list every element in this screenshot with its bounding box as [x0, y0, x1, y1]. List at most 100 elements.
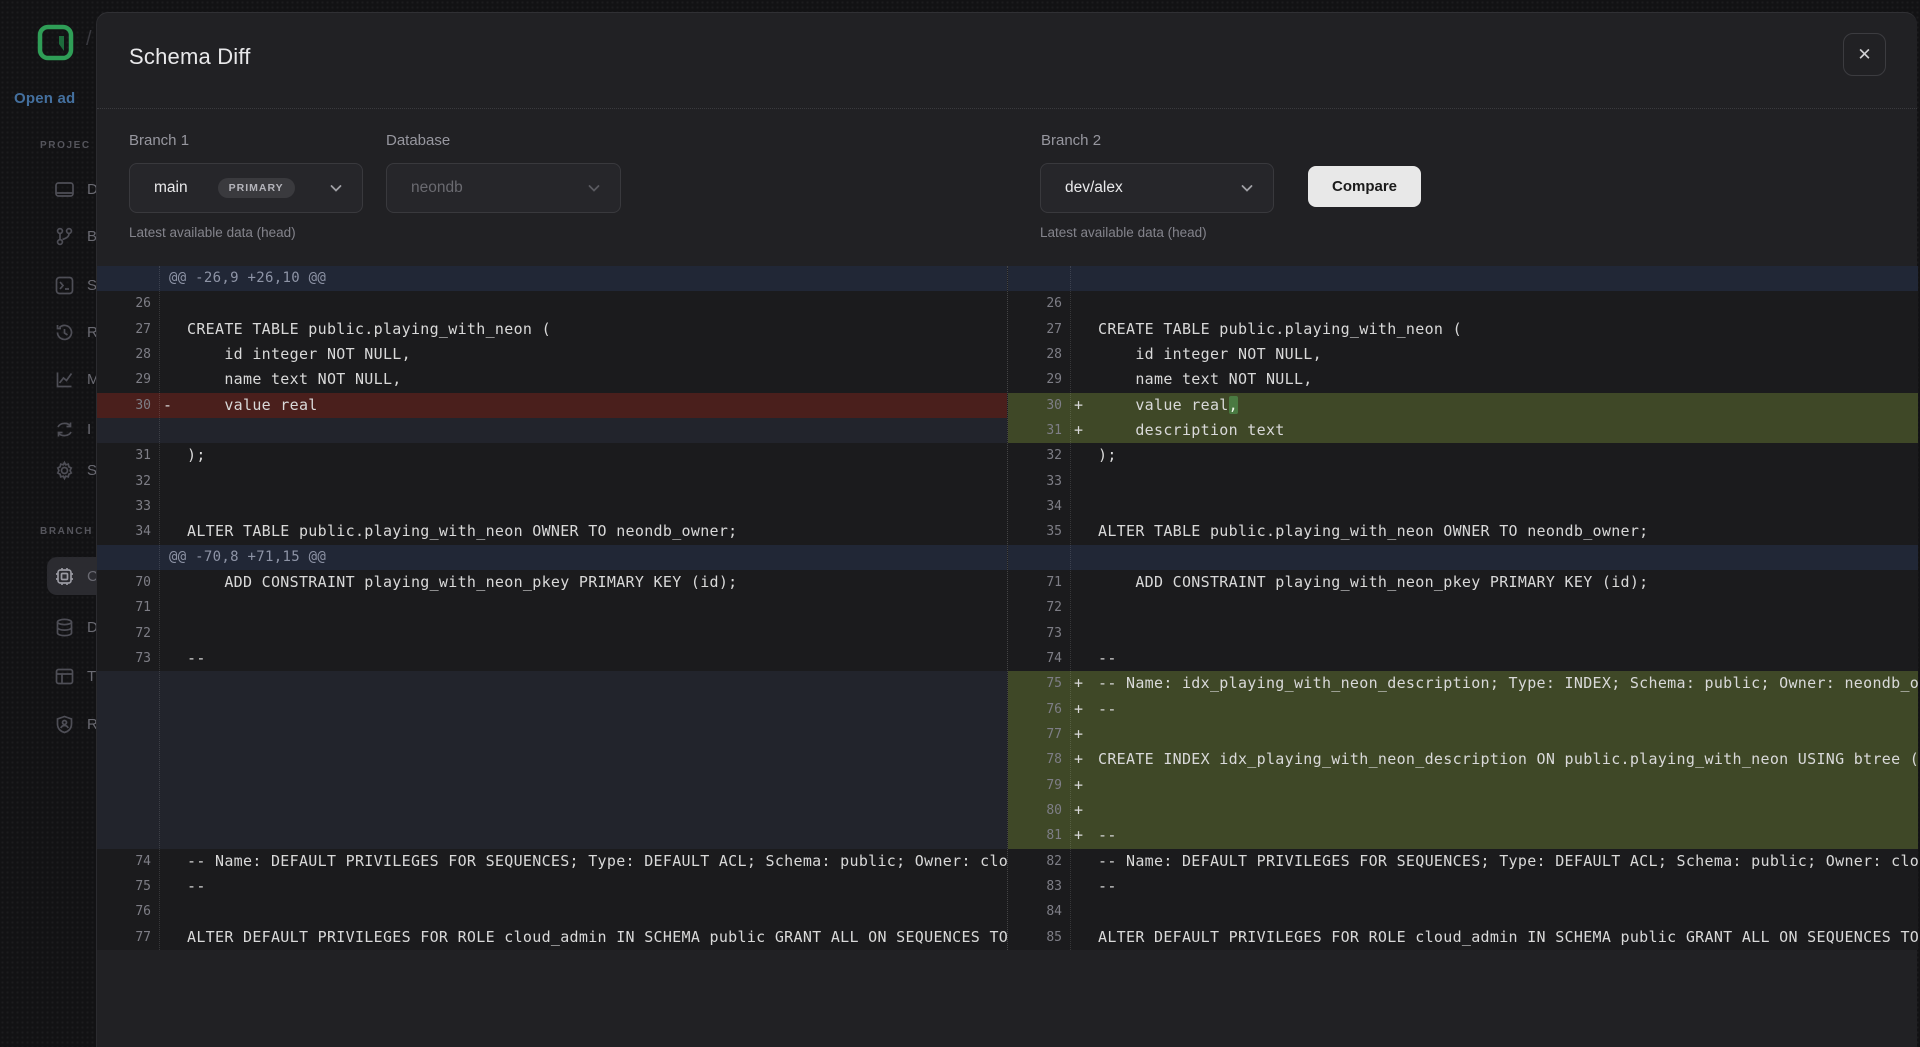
line-number: 33 [97, 494, 151, 519]
code-text: ADD CONSTRAINT playing_with_neon_pkey PR… [1098, 570, 1918, 595]
diff-row-ctx: 32); [1008, 443, 1918, 468]
settings-icon [54, 460, 75, 481]
diff-panel-branch1[interactable]: @@ -26,9 +26,10 @@ 2627CREATE TABLE publi… [97, 266, 1008, 950]
line-number: 26 [97, 291, 151, 316]
database-select[interactable]: neondb [386, 163, 621, 213]
open-admin-link[interactable]: Open ad [14, 90, 75, 107]
diff-row-ctx: 26 [1008, 291, 1918, 316]
diff-row-ctx: 27CREATE TABLE public.playing_with_neon … [1008, 317, 1918, 342]
diff-row-filler [97, 722, 1007, 747]
code-text: CREATE TABLE public.playing_with_neon ( [1098, 317, 1918, 342]
branch1-select[interactable]: main PRIMARY [129, 163, 363, 213]
diff-row-ctx: 82-- Name: DEFAULT PRIVILEGES FOR SEQUEN… [1008, 849, 1918, 874]
diff-row-filler [97, 671, 1007, 696]
line-number: 28 [1008, 342, 1062, 367]
line-number: 28 [97, 342, 151, 367]
line-number: 32 [1008, 443, 1062, 468]
diff-row-ctx: 77ALTER DEFAULT PRIVILEGES FOR ROLE clou… [97, 925, 1007, 950]
integrations-icon [54, 419, 75, 440]
diff-row-ctx: 33 [1008, 469, 1918, 494]
diff-row-add: 77+ [1008, 722, 1918, 747]
diff-marker: + [1074, 798, 1083, 823]
diff-marker: + [1074, 722, 1083, 747]
diff-row-ctx: 74-- Name: DEFAULT PRIVILEGES FOR SEQUEN… [97, 849, 1007, 874]
line-number: 72 [1008, 595, 1062, 620]
branch2-select[interactable]: dev/alex [1040, 163, 1274, 213]
line-number: 29 [1008, 367, 1062, 392]
code-text: -- [187, 874, 1007, 899]
database-value: neondb [411, 179, 463, 197]
modal-title: Schema Diff [129, 44, 251, 70]
diff-row-filler [97, 773, 1007, 798]
diff-row-ctx: 33 [97, 494, 1007, 519]
breadcrumb-separator: / [86, 28, 92, 51]
line-number: 76 [1008, 697, 1062, 722]
compare-button[interactable]: Compare [1308, 166, 1421, 207]
line-number: 75 [97, 874, 151, 899]
diff-row-ctx: 75 -- [97, 874, 1007, 899]
code-text: ALTER DEFAULT PRIVILEGES FOR ROLE cloud_… [187, 925, 1007, 950]
hunk-header-text: @@ -70,8 +71,15 @@ [169, 545, 326, 570]
code-text: -- [1098, 874, 1918, 899]
line-number: 26 [1008, 291, 1062, 316]
line-number: 85 [1008, 925, 1062, 950]
neon-logo-icon[interactable] [37, 24, 74, 61]
code-text: CREATE TABLE public.playing_with_neon ( [187, 317, 1007, 342]
diff-row-hunk: @@ -26,9 +26,10 @@ [97, 266, 1007, 291]
line-number: 30 [1008, 393, 1062, 418]
diff-marker: + [1074, 418, 1083, 443]
code-text: value real [187, 393, 1007, 418]
computes-icon [54, 566, 75, 587]
diff-row-ctx: 85 ALTER DEFAULT PRIVILEGES FOR ROLE clou… [1008, 925, 1918, 950]
diff-marker: + [1074, 393, 1083, 418]
diff-panel-branch2[interactable]: 2627CREATE TABLE public.playing_with_neo… [1008, 266, 1918, 950]
diff-row-ctx: 35ALTER TABLE public.playing_with_neon O… [1008, 519, 1918, 544]
header-separator [97, 108, 1917, 109]
line-number: 84 [1008, 899, 1062, 924]
diff-row-filler [97, 418, 1007, 443]
code-text: ALTER TABLE public.playing_with_neon OWN… [1098, 519, 1918, 544]
close-icon: ✕ [1857, 45, 1871, 65]
diff-row-ctx: 72 [97, 621, 1007, 646]
hunk-header-text: @@ -26,9 +26,10 @@ [169, 266, 326, 291]
diff-row-ctx: 26 [97, 291, 1007, 316]
code-text: description text [1098, 418, 1918, 443]
chevron-down-icon [328, 180, 344, 196]
schema-diff-screen: / Open ad PROJEC D B S [0, 0, 1920, 1047]
database-label: Database [386, 132, 450, 149]
diff-row-ctx: 31); [97, 443, 1007, 468]
line-number: 71 [1008, 570, 1062, 595]
code-text: ALTER DEFAULT PRIVILEGES FOR ROLE cloud_… [1098, 925, 1918, 950]
line-number: 30 [97, 393, 151, 418]
diff-marker: - [163, 393, 172, 418]
roles-icon [54, 714, 75, 735]
diff-row-hunk [1008, 266, 1918, 291]
diff-row-ctx: 83-- [1008, 874, 1918, 899]
restore-icon [54, 322, 75, 343]
sidebar-section-project: PROJEC [40, 140, 91, 151]
diff-row-ctx: 27CREATE TABLE public.playing_with_neon … [97, 317, 1007, 342]
code-text: -- [1098, 823, 1918, 848]
code-text: -- Name: DEFAULT PRIVILEGES FOR SEQUENCE… [187, 849, 1007, 874]
line-number: 74 [1008, 646, 1062, 671]
word-diff-highlight: , [1229, 396, 1238, 414]
diff-row-hunk [1008, 545, 1918, 570]
diff-row-ctx: 73 [1008, 621, 1918, 646]
schema-diff-viewer: @@ -26,9 +26,10 @@2627CREATE TABLE publi… [97, 266, 1918, 950]
line-number: 70 [97, 570, 151, 595]
diff-row-ctx: 76 [97, 899, 1007, 924]
line-number: 73 [97, 646, 151, 671]
diff-row-ctx: 71 ADD CONSTRAINT playing_with_neon_pkey… [1008, 570, 1918, 595]
git-branch-icon [54, 226, 75, 247]
dashboard-icon [54, 179, 75, 200]
code-text: id integer NOT NULL, [187, 342, 1007, 367]
code-text: ); [187, 443, 1007, 468]
diff-marker: + [1074, 823, 1083, 848]
diff-row-add: 79+ [1008, 773, 1918, 798]
monitoring-icon [54, 369, 75, 390]
code-text: -- [1098, 697, 1918, 722]
code-text: ADD CONSTRAINT playing_with_neon_pkey PR… [187, 570, 1007, 595]
diff-row-add: 31+ description text [1008, 418, 1918, 443]
line-number: 82 [1008, 849, 1062, 874]
close-button[interactable]: ✕ [1843, 33, 1886, 76]
